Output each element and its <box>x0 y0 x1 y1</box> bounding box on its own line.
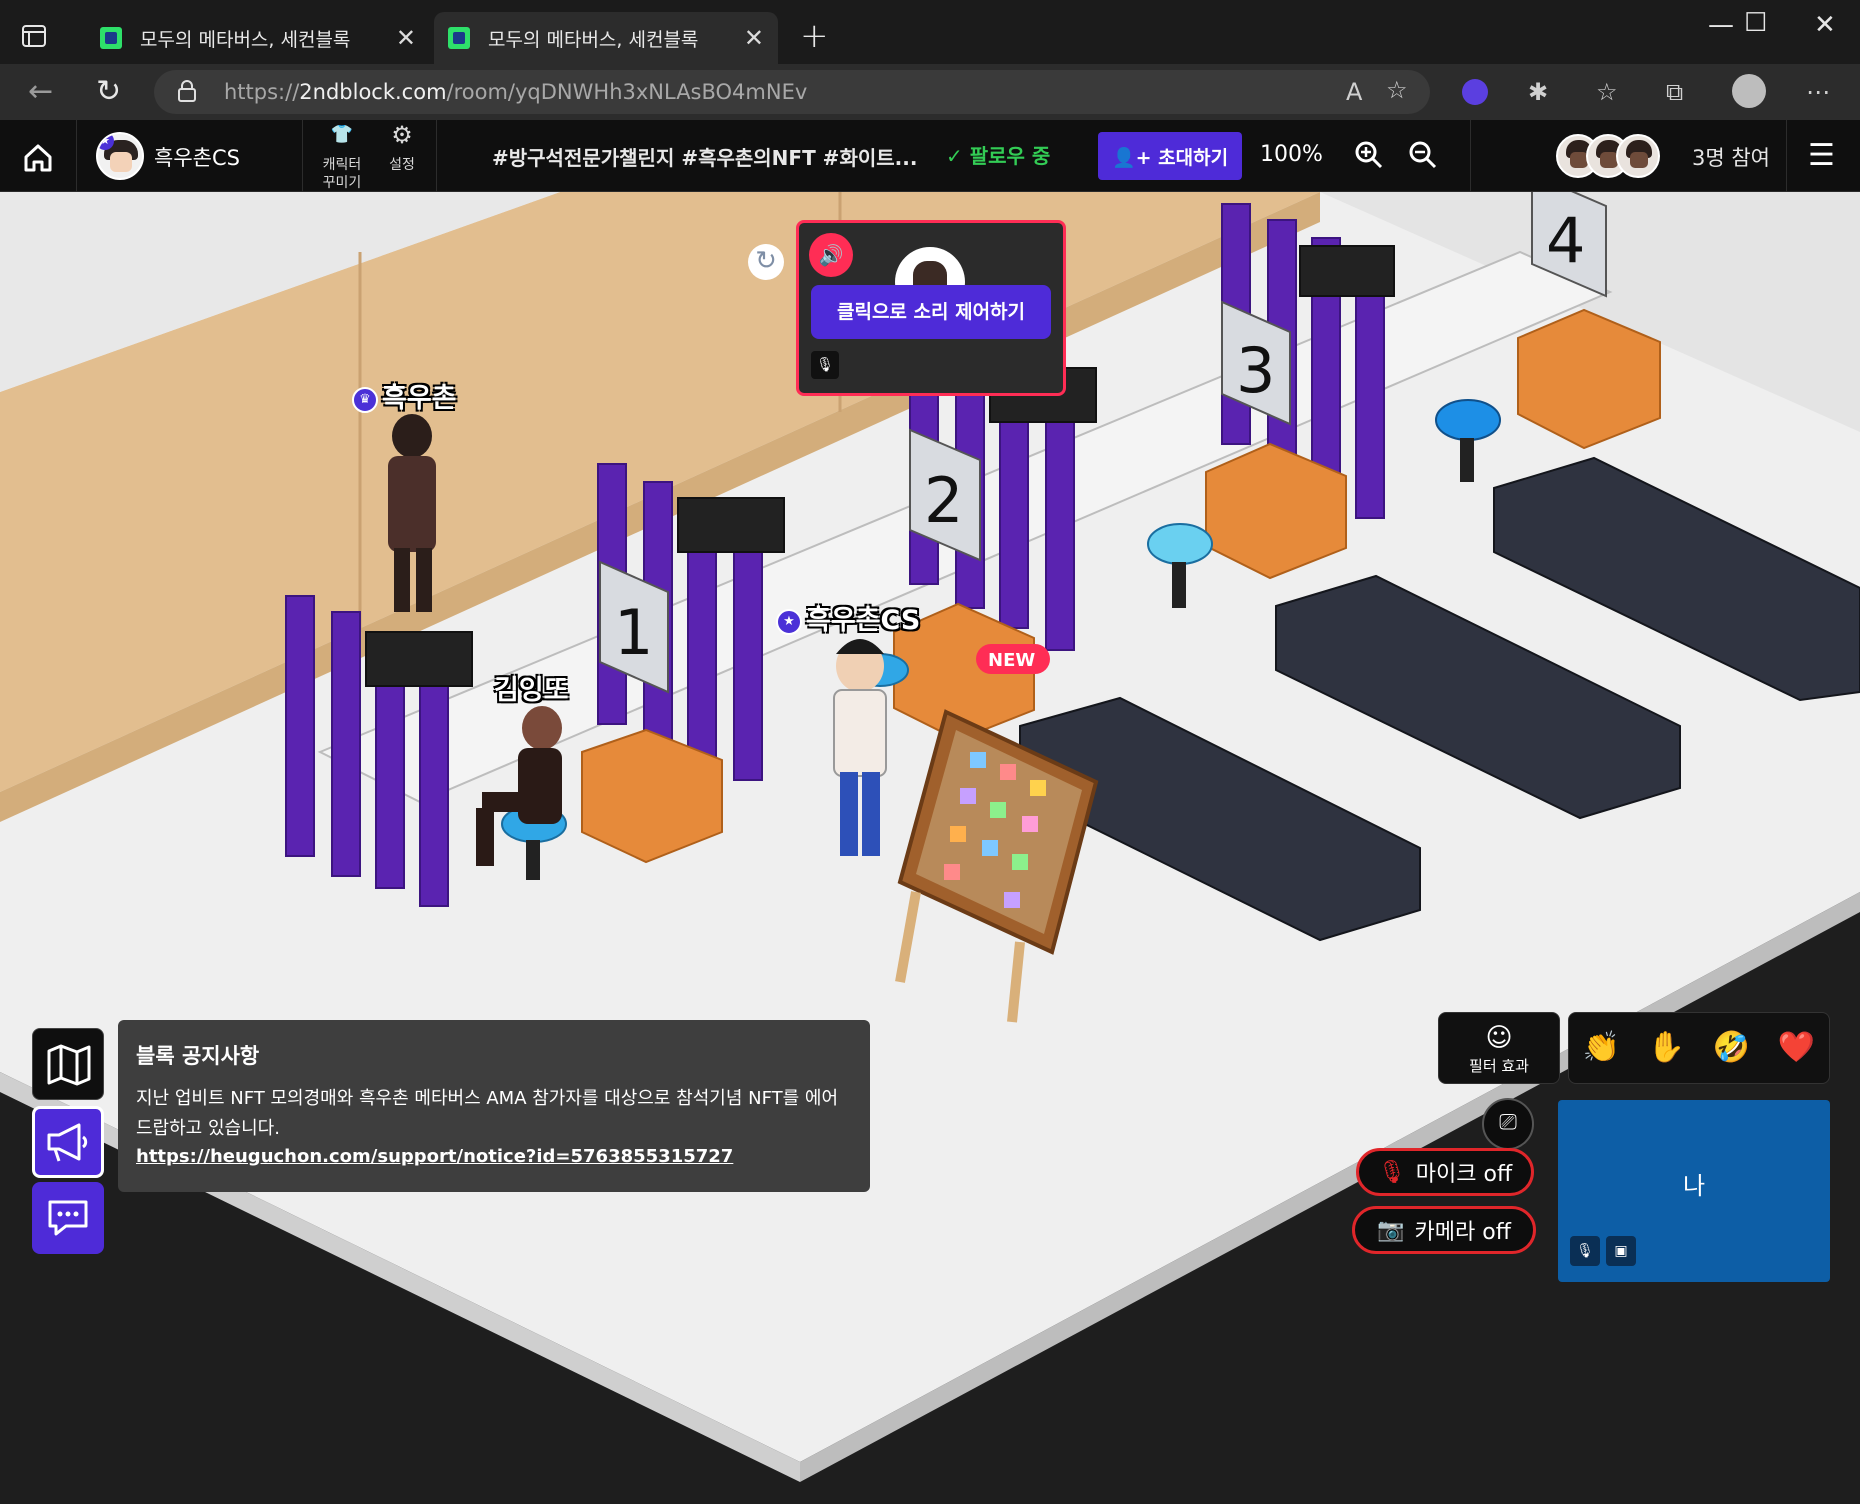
map-button[interactable] <box>32 1028 104 1100</box>
booth-number-4: 4 <box>1546 204 1585 277</box>
room-header: ★ 흑우촌CS 👕 캐릭터 꾸미기 ⚙ 설정 #방구석전문가챌린지 #흑우촌의N… <box>0 120 1860 192</box>
site-favicon-icon <box>448 27 470 49</box>
reload-icon[interactable]: ↻ <box>96 74 121 109</box>
notice-panel: 블록 공지사항 지난 업비트 NFT 모의경매와 흑우촌 메타버스 AMA 참가… <box>118 1020 870 1192</box>
refresh-icon[interactable]: ↻ <box>748 244 784 280</box>
hamburger-menu-icon[interactable]: ☰ <box>1808 138 1835 173</box>
avatar <box>1616 134 1660 178</box>
add-user-icon: 👤+ <box>1111 146 1159 169</box>
map-icon <box>47 1044 91 1086</box>
back-icon[interactable]: ← <box>28 74 53 109</box>
new-badge: NEW <box>988 650 1035 671</box>
audio-popup[interactable]: 🔊 클릭으로 소리 제어하기 🎙 <box>796 220 1066 396</box>
maximize-icon[interactable]: ☐ <box>1744 8 1767 38</box>
gear-icon: ⚙ <box>391 121 413 149</box>
filter-effect-button[interactable]: ☺ 필터 효과 <box>1438 1012 1560 1084</box>
character-customize-label: 캐릭터 꾸미기 <box>322 157 362 191</box>
browser-tab-2[interactable]: 모두의 메타버스, 세컨블록 ✕ <box>434 12 778 64</box>
extensions-icon[interactable]: ✱ <box>1528 78 1548 106</box>
notice-body: 지난 업비트 NFT 모의경매와 흑우촌 메타버스 AMA 참가자를 대상으로 … <box>136 1088 839 1139</box>
clap-emoji-button[interactable]: 👏 <box>1583 1033 1620 1063</box>
character-name-gimingtto: 김잉또 <box>494 675 569 706</box>
mic-toggle-button[interactable]: 🎙 마이크 off <box>1356 1148 1534 1196</box>
camera-off-icon: ▣ <box>1606 1236 1636 1266</box>
crown-icon: ♛ <box>352 386 378 413</box>
filter-effect-label: 필터 효과 <box>1469 1057 1529 1075</box>
more-options-icon[interactable]: ⋯ <box>1806 78 1830 106</box>
self-video-tile[interactable]: 나 🎙 ▣ <box>1558 1100 1830 1282</box>
site-favicon-icon <box>100 27 122 49</box>
add-favorite-icon[interactable]: ☆ <box>1386 76 1408 104</box>
zoom-in-icon[interactable] <box>1354 140 1384 170</box>
participant-avatars[interactable] <box>1556 134 1662 178</box>
minimize-icon[interactable]: — <box>1708 10 1734 40</box>
announcement-button[interactable] <box>32 1106 104 1178</box>
booth-number-1: 1 <box>614 596 653 669</box>
character-customize-button[interactable]: 👕 캐릭터 꾸미기 <box>316 126 368 192</box>
browser-window: 모두의 메타버스, 세컨블록 ✕ 모두의 메타버스, 세컨블록 ✕ + — ☐ … <box>0 0 1860 1504</box>
settings-label: 설정 <box>389 157 415 173</box>
emoji-reaction-bar: 👏 ✋ 🤣 ❤️ <box>1568 1012 1830 1084</box>
address-field[interactable]: https://2ndblock.com/room/yqDNWHh3xNLAsB… <box>154 70 1430 114</box>
face-sparkle-icon: ☺ <box>1485 1023 1513 1053</box>
tab-title: 모두의 메타버스, 세컨블록 <box>140 28 351 51</box>
collections-icon[interactable]: ⧉ <box>1666 78 1683 106</box>
tab-title: 모두의 메타버스, 세컨블록 <box>488 28 699 51</box>
follow-status[interactable]: ✓ 팔로우 중 <box>946 140 1050 169</box>
zoom-out-icon[interactable] <box>1408 140 1438 170</box>
camera-toggle-button[interactable]: 📷 카메라 off <box>1352 1206 1536 1254</box>
character-name-heuguchon: ♛ 흑우촌 <box>352 376 457 415</box>
heart-emoji-button[interactable]: ❤️ <box>1778 1033 1815 1063</box>
shirt-icon: 👕 <box>330 124 354 145</box>
zoom-level: 100% <box>1260 142 1323 167</box>
mic-muted-icon: 🎙 <box>1570 1236 1600 1266</box>
settings-button[interactable]: ⚙ 설정 <box>382 121 422 174</box>
address-bar-row: ← ↻ https://2ndblock.com/room/yqDNWHh3xN… <box>0 64 1860 120</box>
room-name[interactable]: 흑우촌CS <box>154 142 240 172</box>
notice-title: 블록 공지사항 <box>136 1044 260 1068</box>
camera-off-icon: 📷 <box>1377 1217 1405 1243</box>
participant-count[interactable]: 3명 참여 <box>1692 142 1770 172</box>
browser-tab-1[interactable]: 모두의 메타버스, 세컨블록 ✕ <box>86 12 430 64</box>
invite-button[interactable]: 👤+ 초대하기 <box>1098 132 1242 180</box>
close-window-icon[interactable]: ✕ <box>1814 10 1836 40</box>
read-aloud-icon[interactable]: A <box>1346 78 1362 106</box>
copilot-icon[interactable] <box>1462 79 1488 105</box>
self-label: 나 <box>1682 1172 1706 1200</box>
mic-muted-icon: 🎙 <box>811 351 839 379</box>
notice-link[interactable]: https://heuguchon.com/support/notice?id=… <box>136 1146 852 1167</box>
character-name-heuguchon-cs: ★ 흑우촌CS <box>776 598 920 637</box>
tab-strip: 모두의 메타버스, 세컨블록 ✕ 모두의 메타버스, 세컨블록 ✕ + — ☐ … <box>0 0 1860 64</box>
sound-control-tooltip[interactable]: 클릭으로 소리 제어하기 <box>811 285 1051 339</box>
booth-number-2: 2 <box>924 464 963 537</box>
metaverse-room-canvas[interactable]: 1 2 3 4 NEW ♛ 흑우촌 ★ 흑우촌CS 김잉또 ↻ 🔊 클릭으로 소… <box>0 192 1860 1504</box>
room-owner-avatar[interactable]: ★ <box>96 132 144 180</box>
speaker-icon[interactable]: 🔊 <box>809 233 853 277</box>
home-icon[interactable] <box>18 138 58 178</box>
close-tab-icon[interactable]: ✕ <box>396 24 416 52</box>
booth-number-3: 3 <box>1236 334 1275 407</box>
tab-actions-icon[interactable] <box>16 18 52 54</box>
crown-icon: ★ <box>776 608 802 635</box>
lock-icon[interactable] <box>176 79 198 103</box>
screen-share-icon: ⎚ <box>1499 1110 1517 1135</box>
screen-share-button[interactable]: ⎚ <box>1482 1098 1534 1150</box>
url-text: https://2ndblock.com/room/yqDNWHh3xNLAsB… <box>224 80 808 104</box>
laughing-emoji-button[interactable]: 🤣 <box>1713 1033 1750 1063</box>
close-tab-icon[interactable]: ✕ <box>744 24 764 52</box>
raise-hand-emoji-button[interactable]: ✋ <box>1648 1033 1685 1063</box>
room-tags[interactable]: #방구석전문가챌린지 #흑우촌의NFT #화이트... <box>492 142 917 171</box>
check-icon: ✓ <box>946 144 970 168</box>
new-tab-icon[interactable]: + <box>800 16 829 56</box>
mic-off-icon: 🎙 <box>1377 1159 1406 1185</box>
profile-avatar[interactable] <box>1732 74 1766 108</box>
chat-button[interactable] <box>32 1182 104 1254</box>
favorites-icon[interactable]: ☆ <box>1596 78 1618 106</box>
chat-icon <box>48 1200 88 1236</box>
megaphone-icon <box>47 1123 88 1162</box>
